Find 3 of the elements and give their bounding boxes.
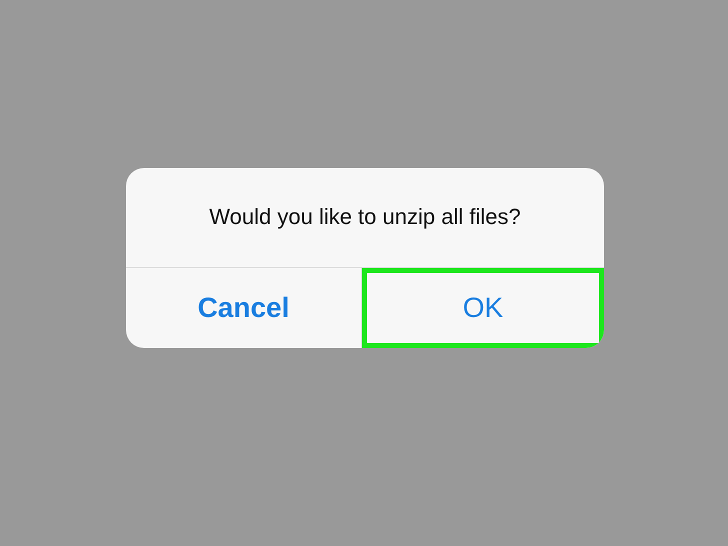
dialog-message: Would you like to unzip all files? xyxy=(126,168,604,268)
dialog-button[interactable]: OK xyxy=(362,268,604,348)
dialog-button[interactable]: Cancel xyxy=(126,268,361,348)
